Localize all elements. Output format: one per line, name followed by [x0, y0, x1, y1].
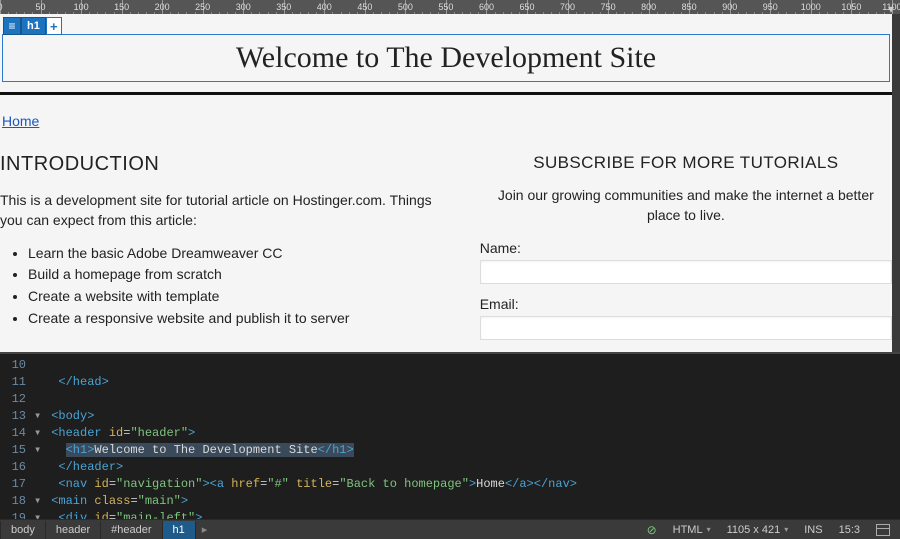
- breadcrumb-h1[interactable]: h1: [163, 521, 196, 539]
- ruler-label: 650: [520, 2, 535, 12]
- line-number: 12: [0, 391, 34, 408]
- code-line[interactable]: 10: [0, 357, 900, 374]
- ruler-label: 0: [0, 2, 3, 12]
- name-label[interactable]: Name:: [480, 240, 892, 256]
- ruler-label: 950: [763, 2, 778, 12]
- cursor-position: 15:3: [835, 524, 864, 536]
- divider: [0, 92, 892, 95]
- main-left-column: INTRODUCTION This is a development site …: [0, 153, 456, 352]
- ruler-label: 50: [36, 2, 46, 12]
- introduction-list: Learn the basic Adobe Dreamweaver CC Bui…: [0, 243, 456, 330]
- list-item[interactable]: Learn the basic Adobe Dreamweaver CC: [28, 243, 456, 265]
- home-link[interactable]: Home: [2, 113, 39, 129]
- breadcrumb-more-icon[interactable]: ▸: [196, 520, 214, 539]
- code-line[interactable]: 11 </head>: [0, 374, 900, 391]
- ruler-label: 400: [317, 2, 332, 12]
- email-label[interactable]: Email:: [480, 296, 892, 312]
- fold-toggle[interactable]: ▾: [34, 408, 44, 425]
- line-number: 14: [0, 425, 34, 442]
- code-line[interactable]: 12: [0, 391, 900, 408]
- rendered-page[interactable]: Welcome to The Development Site Home INT…: [0, 34, 892, 352]
- breadcrumb-header[interactable]: header: [46, 521, 101, 539]
- insert-mode[interactable]: INS: [800, 524, 826, 536]
- subscribe-heading[interactable]: SUBSCRIBE FOR MORE TUTORIALS: [480, 153, 892, 173]
- code-line[interactable]: 18▾ <main class="main">: [0, 493, 900, 510]
- code-line[interactable]: 15▾ <h1>Welcome to The Development Site<…: [0, 442, 900, 459]
- fold-toggle[interactable]: [34, 476, 44, 493]
- validation-ok-icon[interactable]: ⊘: [643, 523, 661, 537]
- breadcrumb-body[interactable]: body: [0, 521, 46, 539]
- ruler-label: 600: [479, 2, 494, 12]
- list-item[interactable]: Create a responsive website and publish …: [28, 308, 456, 330]
- introduction-heading[interactable]: INTRODUCTION: [0, 153, 456, 176]
- fold-toggle[interactable]: [34, 374, 44, 391]
- ruler-label: 700: [560, 2, 575, 12]
- subscribe-paragraph[interactable]: Join our growing communities and make th…: [480, 185, 892, 226]
- line-number: 19: [0, 510, 34, 519]
- line-number: 17: [0, 476, 34, 493]
- breadcrumb-id-header[interactable]: #header: [101, 521, 162, 539]
- viewport-dimensions[interactable]: 1105 x 421▾: [723, 524, 793, 536]
- design-view[interactable]: ≡ h1 + Welcome to The Development Site H…: [0, 14, 900, 352]
- ruler-label: 450: [357, 2, 372, 12]
- fold-toggle[interactable]: [34, 391, 44, 408]
- code-view[interactable]: 10 11 </head>12 13▾ <body>14▾ <header id…: [0, 352, 900, 519]
- name-input[interactable]: [480, 260, 892, 284]
- line-number: 16: [0, 459, 34, 476]
- ruler-label: 350: [276, 2, 291, 12]
- status-bar: bodyheader#headerh1 ▸ ⊘ HTML▾ 1105 x 421…: [0, 519, 900, 539]
- list-item[interactable]: Build a homepage from scratch: [28, 264, 456, 286]
- ruler-label: 750: [601, 2, 616, 12]
- ruler-label: 100: [74, 2, 89, 12]
- line-number: 13: [0, 408, 34, 425]
- line-number: 11: [0, 374, 34, 391]
- line-number: 18: [0, 493, 34, 510]
- selection-add-button[interactable]: +: [46, 17, 62, 35]
- ruler-label: 850: [682, 2, 697, 12]
- line-number: 10: [0, 357, 34, 374]
- horizontal-ruler[interactable]: 0 50 100 150 200 250 300 350 400 450 500 550 600 650 7…: [0, 0, 900, 14]
- ruler-label: 900: [722, 2, 737, 12]
- fold-toggle[interactable]: ▾: [34, 442, 44, 459]
- selection-tag-label[interactable]: h1: [21, 17, 46, 35]
- code-line[interactable]: 17 <nav id="navigation"><a href="#" titl…: [0, 476, 900, 493]
- ruler-label: 250: [195, 2, 210, 12]
- introduction-paragraph[interactable]: This is a development site for tutorial …: [0, 190, 456, 231]
- fold-toggle[interactable]: ▾: [34, 510, 44, 519]
- ruler-label: 500: [398, 2, 413, 12]
- code-line[interactable]: 13▾ <body>: [0, 408, 900, 425]
- fold-toggle[interactable]: ▾: [34, 425, 44, 442]
- subscribe-column: SUBSCRIBE FOR MORE TUTORIALS Join our gr…: [480, 153, 892, 352]
- line-number: 15: [0, 442, 34, 459]
- code-line[interactable]: 19▾ <div id="main-left">: [0, 510, 900, 519]
- list-item[interactable]: Create a website with template: [28, 286, 456, 308]
- code-line[interactable]: 16 </header>: [0, 459, 900, 476]
- ruler-label: 1050: [841, 2, 861, 12]
- ruler-label: 800: [641, 2, 656, 12]
- ruler-label: 550: [438, 2, 453, 12]
- element-selection-bar: ≡ h1 +: [3, 17, 62, 35]
- ruler-label: 300: [236, 2, 251, 12]
- code-line[interactable]: 14▾ <header id="header">: [0, 425, 900, 442]
- language-selector[interactable]: HTML▾: [669, 524, 715, 536]
- ruler-label: 150: [114, 2, 129, 12]
- ruler-label: 1000: [801, 2, 821, 12]
- fold-toggle[interactable]: [34, 459, 44, 476]
- selected-h1-element[interactable]: Welcome to The Development Site: [2, 34, 890, 82]
- fold-toggle[interactable]: [34, 357, 44, 374]
- page-title[interactable]: Welcome to The Development Site: [3, 41, 889, 75]
- window-mode-icon[interactable]: [872, 524, 894, 536]
- email-input[interactable]: [480, 316, 892, 340]
- vertical-scrollbar[interactable]: [892, 164, 900, 234]
- ruler-label: 200: [155, 2, 170, 12]
- fold-toggle[interactable]: ▾: [34, 493, 44, 510]
- selection-menu-button[interactable]: ≡: [3, 17, 21, 35]
